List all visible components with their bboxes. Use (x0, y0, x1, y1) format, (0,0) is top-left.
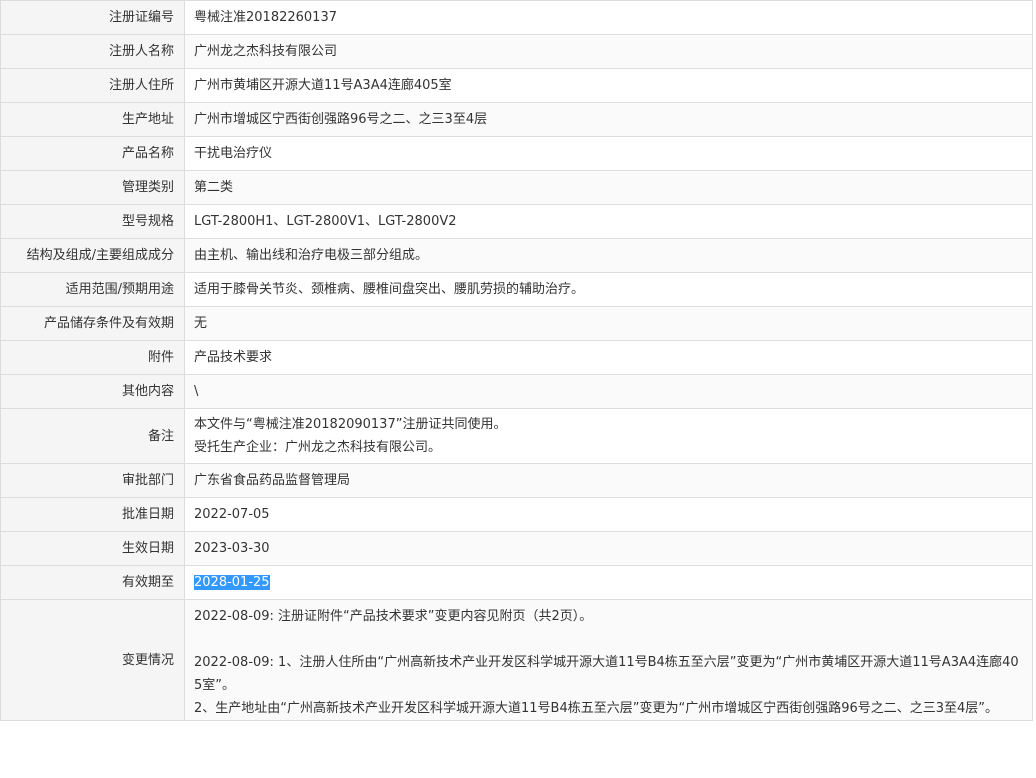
row-value-registrant-address: 广州市黄埔区开源大道11号A3A4连廊405室 (184, 68, 1033, 103)
row-value-management-category: 第二类 (184, 170, 1033, 205)
row-value-other: \ (184, 374, 1033, 409)
row-value-approval-department: 广东省食品药品监督管理局 (184, 463, 1033, 498)
row-label-attachment: 附件 (0, 340, 185, 375)
table-row: 注册人住所 广州市黄埔区开源大道11号A3A4连廊405室 (0, 68, 1033, 103)
row-label-registrant-address: 注册人住所 (0, 68, 185, 103)
row-value-remarks: 本文件与“粤械注准20182090137”注册证共同使用。 受托生产企业：广州龙… (184, 408, 1033, 464)
table-row: 备注 本文件与“粤械注准20182090137”注册证共同使用。 受托生产企业：… (0, 408, 1033, 464)
row-label-expiry-date: 有效期至 (0, 565, 185, 600)
row-label-management-category: 管理类别 (0, 170, 185, 205)
registration-info-table: 注册证编号 粤械注准20182260137 注册人名称 广州龙之杰科技有限公司 … (0, 0, 1033, 721)
row-value-expiry-date: 2028-01-25 (184, 565, 1033, 600)
row-label-approval-department: 审批部门 (0, 463, 185, 498)
table-row: 生效日期 2023-03-30 (0, 531, 1033, 566)
row-label-registrant-name: 注册人名称 (0, 34, 185, 69)
table-row: 生产地址 广州市增城区宁西街创强路96号之二、之三3至4层 (0, 102, 1033, 137)
change-entry: 2022-08-09: 注册证附件“产品技术要求”变更内容见附页（共2页）。 (194, 609, 593, 624)
table-row: 产品名称 干扰电治疗仪 (0, 136, 1033, 171)
row-value-registrant-name: 广州龙之杰科技有限公司 (184, 34, 1033, 69)
row-label-effective-date: 生效日期 (0, 531, 185, 566)
table-row: 有效期至 2028-01-25 (0, 565, 1033, 600)
table-row: 批准日期 2022-07-05 (0, 497, 1033, 532)
table-row: 产品储存条件及有效期 无 (0, 306, 1033, 341)
row-value-model-spec: LGT-2800H1、LGT-2800V1、LGT-2800V2 (184, 204, 1033, 239)
row-value-effective-date: 2023-03-30 (184, 531, 1033, 566)
table-row: 审批部门 广东省食品药品监督管理局 (0, 463, 1033, 498)
row-value-intended-use: 适用于膝骨关节炎、颈椎病、腰椎间盘突出、腰肌劳损的辅助治疗。 (184, 272, 1033, 307)
row-value-attachment: 产品技术要求 (184, 340, 1033, 375)
table-row: 变更情况 2022-08-09: 注册证附件“产品技术要求”变更内容见附页（共2… (0, 599, 1033, 721)
table-row: 注册证编号 粤械注准20182260137 (0, 0, 1033, 35)
row-label-model-spec: 型号规格 (0, 204, 185, 239)
row-label-production-address: 生产地址 (0, 102, 185, 137)
row-label-other: 其他内容 (0, 374, 185, 409)
row-value-product-name: 干扰电治疗仪 (184, 136, 1033, 171)
row-label-product-name: 产品名称 (0, 136, 185, 171)
table-row: 管理类别 第二类 (0, 170, 1033, 205)
change-entry-spacer (194, 628, 1022, 651)
row-label-structure: 结构及组成/主要组成成分 (0, 238, 185, 273)
row-label-registration-number: 注册证编号 (0, 0, 185, 35)
row-label-intended-use: 适用范围/预期用途 (0, 272, 185, 307)
change-entry: 2022-08-09: 1、注册人住所由“广州高新技术产业开发区科学城开源大道1… (194, 655, 1019, 693)
row-label-approval-date: 批准日期 (0, 497, 185, 532)
table-row: 附件 产品技术要求 (0, 340, 1033, 375)
row-value-registration-number: 粤械注准20182260137 (184, 0, 1033, 35)
change-entry: 2、生产地址由“广州高新技术产业开发区科学城开源大道11号B4栋五至六层”变更为… (194, 701, 999, 716)
remarks-line: 本文件与“粤械注准20182090137”注册证共同使用。 (194, 417, 507, 432)
row-label-remarks: 备注 (0, 408, 185, 464)
table-row: 结构及组成/主要组成成分 由主机、输出线和治疗电极三部分组成。 (0, 238, 1033, 273)
row-value-approval-date: 2022-07-05 (184, 497, 1033, 532)
table-row: 注册人名称 广州龙之杰科技有限公司 (0, 34, 1033, 69)
selected-expiry-date-text[interactable]: 2028-01-25 (194, 575, 270, 590)
row-label-change-history: 变更情况 (0, 599, 185, 721)
remarks-line: 受托生产企业：广州龙之杰科技有限公司。 (194, 440, 442, 455)
row-value-change-history: 2022-08-09: 注册证附件“产品技术要求”变更内容见附页（共2页）。 2… (184, 599, 1033, 721)
row-value-structure: 由主机、输出线和治疗电极三部分组成。 (184, 238, 1033, 273)
table-row: 其他内容 \ (0, 374, 1033, 409)
row-label-storage: 产品储存条件及有效期 (0, 306, 185, 341)
table-row: 型号规格 LGT-2800H1、LGT-2800V1、LGT-2800V2 (0, 204, 1033, 239)
row-value-storage: 无 (184, 306, 1033, 341)
row-value-production-address: 广州市增城区宁西街创强路96号之二、之三3至4层 (184, 102, 1033, 137)
table-row: 适用范围/预期用途 适用于膝骨关节炎、颈椎病、腰椎间盘突出、腰肌劳损的辅助治疗。 (0, 272, 1033, 307)
